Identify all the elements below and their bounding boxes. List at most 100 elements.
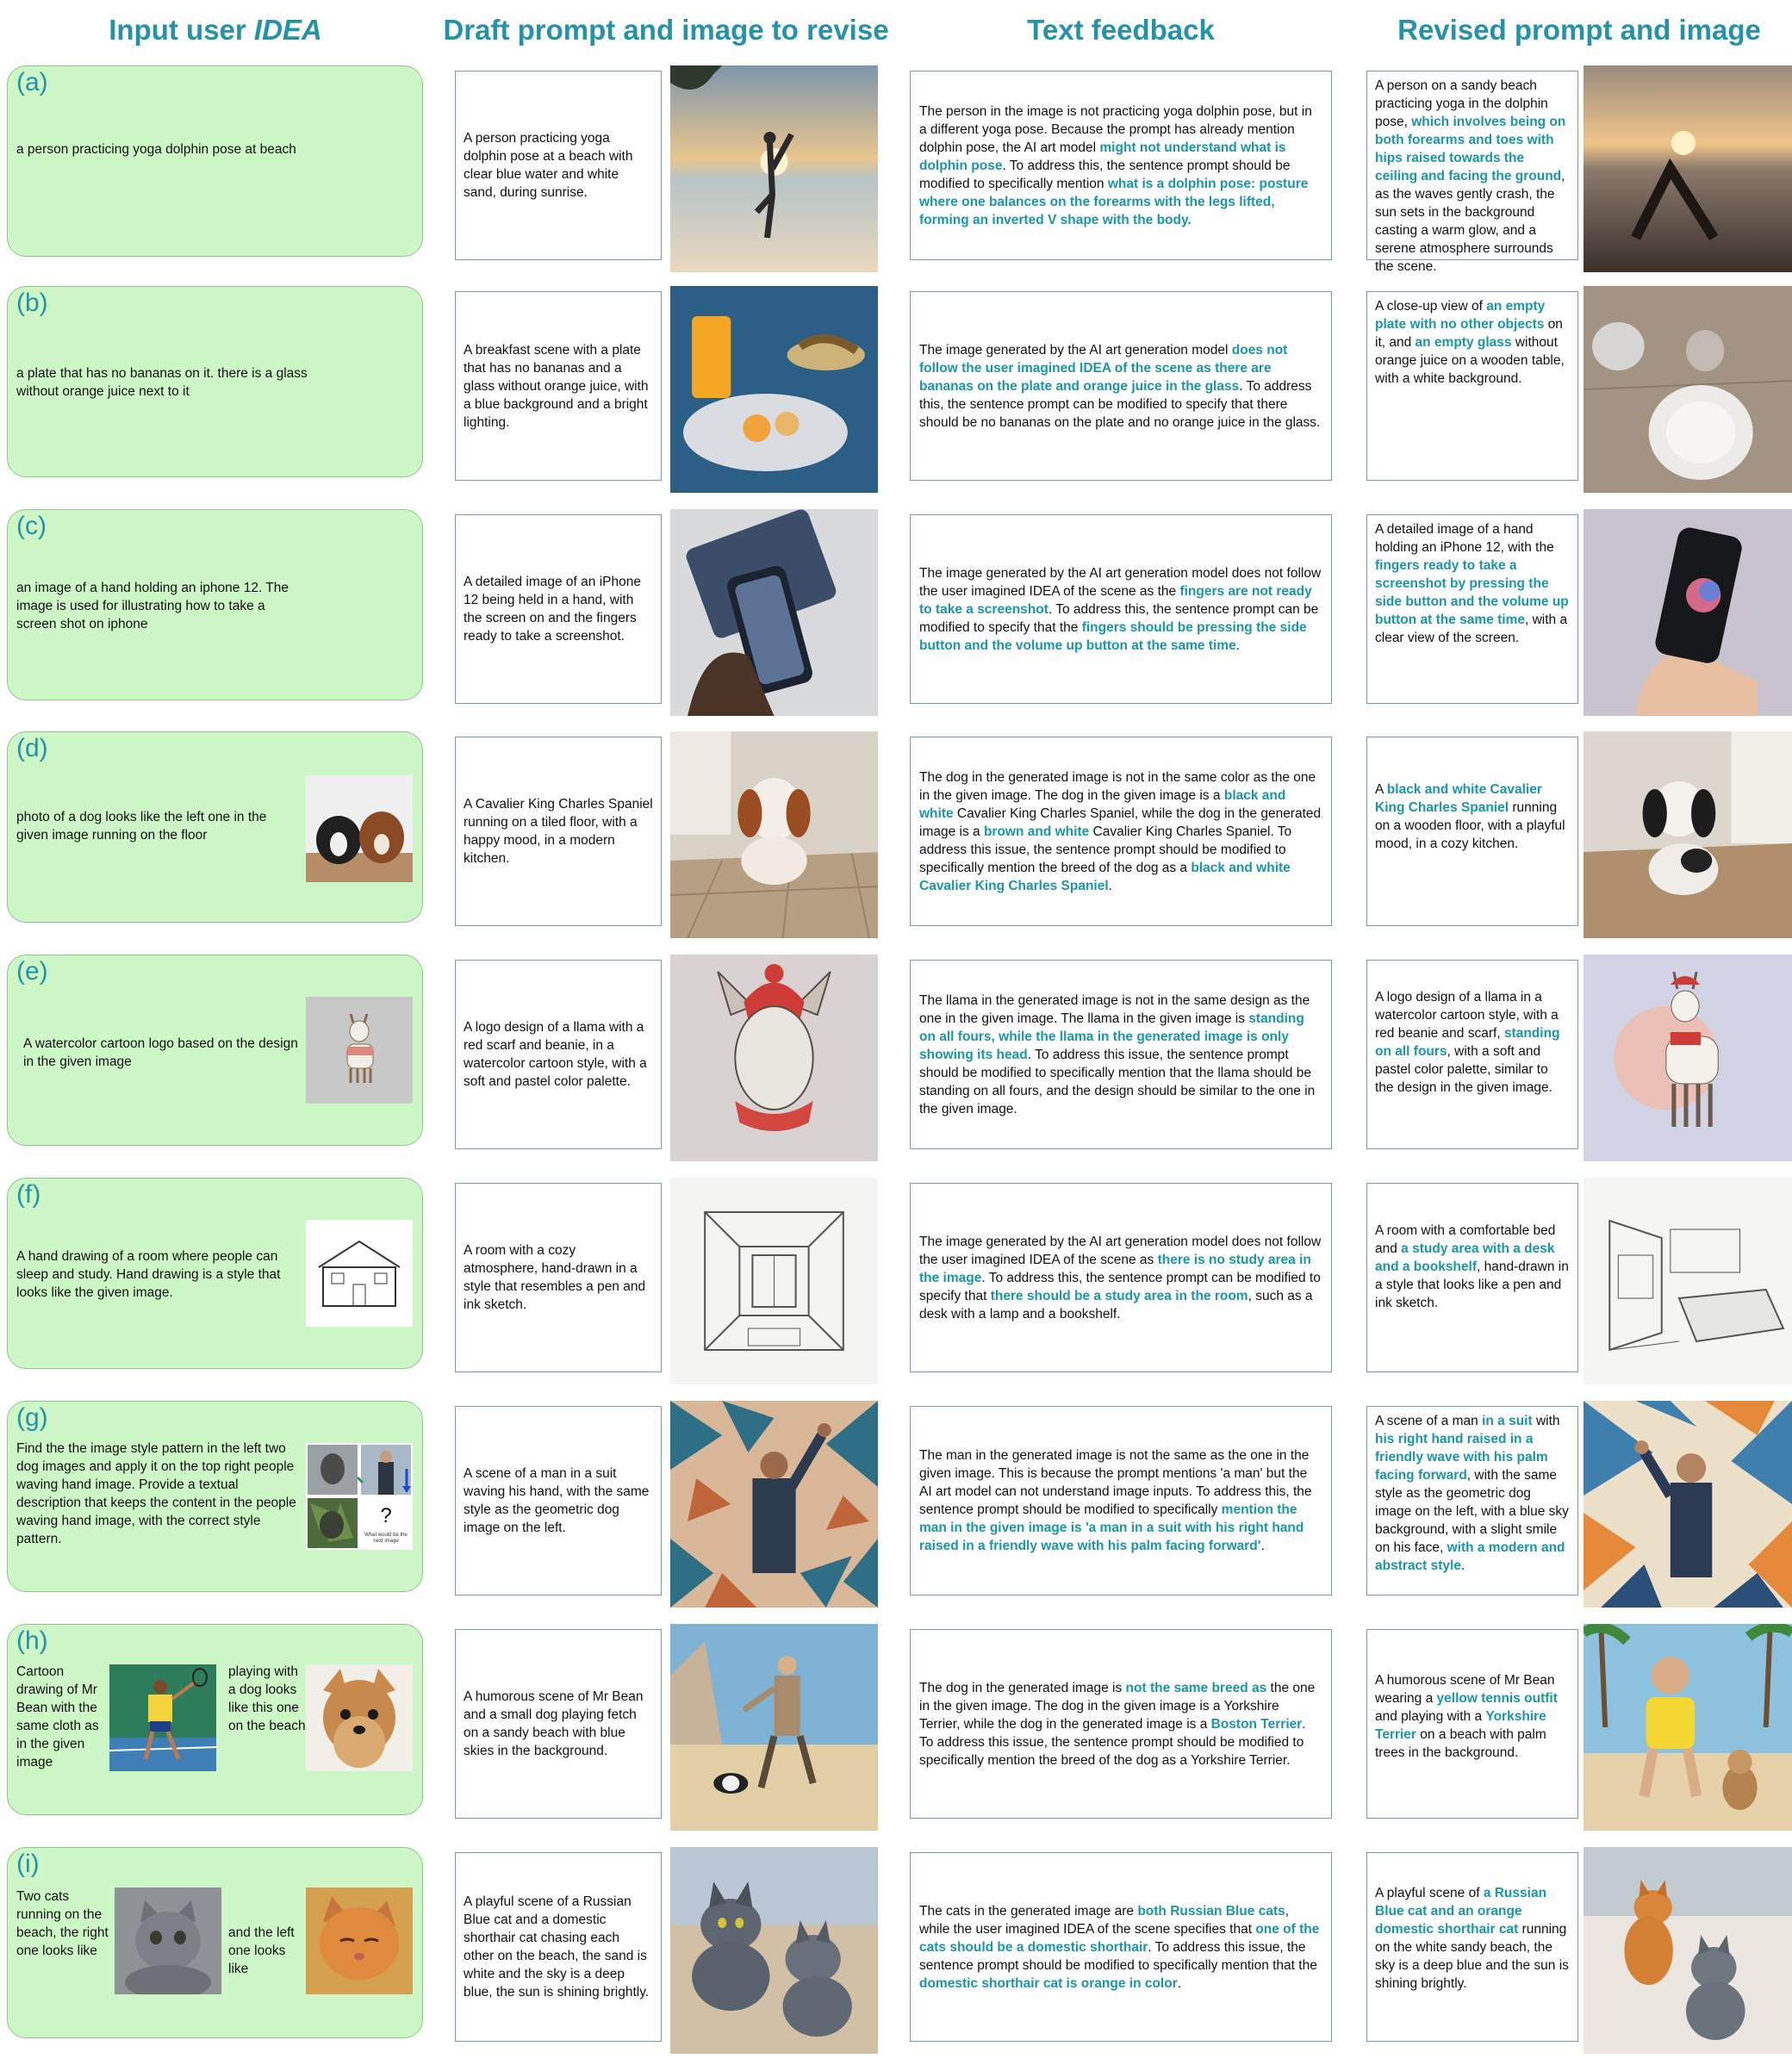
header-revised: Revised prompt and image bbox=[1397, 14, 1761, 46]
idea-text: A hand drawing of a room where people ca… bbox=[16, 1249, 281, 1300]
draft-prompt-text: A playful scene of a Russian Blue cat an… bbox=[464, 1894, 650, 2000]
idea-card: (f) A hand drawing of a room where peopl… bbox=[7, 1178, 423, 1369]
idea-card: (c) an image of a hand holding an iphone… bbox=[7, 509, 423, 700]
revised-prompt-box: A humorous scene of Mr Bean wearing a ye… bbox=[1366, 1629, 1578, 1819]
feedback-text: The image generated by the AI art genera… bbox=[919, 565, 1322, 653]
given-image-gray-cat bbox=[115, 1888, 221, 1994]
row-label: (c) bbox=[16, 512, 47, 540]
header-draft: Draft prompt and image to revise bbox=[443, 14, 889, 46]
revised-image-black-white-spaniel bbox=[1584, 731, 1792, 938]
draft-image-yoga-beach bbox=[670, 65, 878, 272]
header-feedback: Text feedback bbox=[1027, 14, 1215, 46]
given-image-style-puzzle: ? What would be the next image bbox=[306, 1443, 413, 1550]
puzzle-caption: What would be the next image bbox=[364, 1533, 408, 1544]
example-row-c: (c) an image of a hand holding an iphone… bbox=[0, 509, 1792, 716]
row-label: (d) bbox=[16, 734, 48, 762]
draft-image-two-gray-cats bbox=[670, 1847, 878, 2054]
idea-text: a plate that has no bananas on it. there… bbox=[16, 366, 308, 399]
row-label: (i) bbox=[16, 1850, 40, 1878]
feedback-text: The man in the generated image is not th… bbox=[919, 1448, 1312, 1553]
idea-text-2: playing with a dog looks like this one o… bbox=[228, 1664, 306, 1733]
draft-prompt-text: A person practicing yoga dolphin pose at… bbox=[464, 131, 633, 200]
idea-text: A watercolor cartoon logo based on the d… bbox=[23, 1036, 298, 1069]
idea-text-2: and the left one looks like bbox=[228, 1925, 295, 1976]
feedback-text: The dog in the generated image is not in… bbox=[919, 769, 1322, 893]
draft-prompt-text: A logo design of a llama with a red scar… bbox=[464, 1020, 647, 1089]
revised-prompt-box: A close-up view of an empty plate with n… bbox=[1366, 291, 1578, 481]
idea-card: (d) photo of a dog looks like the left o… bbox=[7, 731, 423, 923]
idea-card: (e) A watercolor cartoon logo based on t… bbox=[7, 955, 423, 1146]
revised-image-dolphin-pose bbox=[1584, 65, 1792, 272]
revised-image-llama-full bbox=[1584, 955, 1792, 1161]
revised-image-mr-bean-yorkie bbox=[1584, 1624, 1792, 1831]
feedback-text: The cats in the generated image are both… bbox=[919, 1903, 1320, 1991]
example-row-b: (b) a plate that has no bananas on it. t… bbox=[0, 286, 1792, 493]
header-input-idea: Input user IDEA bbox=[109, 14, 322, 46]
draft-prompt-text: A room with a cozy atmosphere, hand-draw… bbox=[464, 1243, 646, 1312]
draft-prompt-box: A person practicing yoga dolphin pose at… bbox=[455, 71, 662, 260]
idea-text: an image of a hand holding an iphone 12.… bbox=[16, 581, 289, 631]
feedback-box: The image generated by the AI art genera… bbox=[910, 291, 1332, 481]
revised-prompt-text: A black and white Cavalier King Charles … bbox=[1375, 782, 1565, 851]
given-image-house-sketch bbox=[306, 1220, 413, 1327]
draft-image-hand-iphone bbox=[670, 509, 878, 716]
example-row-a: (a) a person practicing yoga dolphin pos… bbox=[0, 65, 1792, 274]
draft-image-brown-spaniel bbox=[670, 731, 878, 938]
idea-card: (a) a person practicing yoga dolphin pos… bbox=[7, 65, 423, 257]
draft-prompt-box: A Cavalier King Charles Spaniel running … bbox=[455, 737, 662, 926]
draft-prompt-box: A detailed image of an iPhone 12 being h… bbox=[455, 514, 662, 704]
feedback-box: The cats in the generated image are both… bbox=[910, 1852, 1332, 2042]
example-row-g: Find the the image style pattern in the … bbox=[0, 1401, 1792, 1608]
idea-text: a person practicing yoga dolphin pose at… bbox=[16, 142, 296, 157]
revised-prompt-box: A playful scene of a Russian Blue cat an… bbox=[1366, 1852, 1578, 2042]
feedback-box: The image generated by the AI art genera… bbox=[910, 1183, 1332, 1372]
row-label: (a) bbox=[16, 68, 48, 96]
feedback-box: The image generated by the AI art genera… bbox=[910, 514, 1332, 704]
revised-prompt-text: A humorous scene of Mr Bean wearing a ye… bbox=[1375, 1673, 1558, 1760]
feedback-box: The dog in the generated image is not in… bbox=[910, 737, 1332, 926]
row-label: (f) bbox=[16, 1180, 41, 1209]
idea-card: (b) a plate that has no bananas on it. t… bbox=[7, 286, 423, 477]
row-label: (h) bbox=[16, 1626, 48, 1655]
feedback-text: The person in the image is not practicin… bbox=[919, 103, 1312, 227]
feedback-box: The llama in the generated image is not … bbox=[910, 960, 1332, 1149]
revised-image-room-with-desk bbox=[1584, 1178, 1792, 1384]
draft-prompt-text: A Cavalier King Charles Spaniel running … bbox=[464, 797, 653, 866]
revised-prompt-box: A person on a sandy beach practicing yog… bbox=[1366, 71, 1578, 274]
draft-prompt-text: A breakfast scene with a plate that has … bbox=[464, 342, 649, 430]
revised-prompt-text: A detailed image of a hand holding an iP… bbox=[1375, 522, 1569, 645]
revised-prompt-text: A person on a sandy beach practicing yog… bbox=[1375, 78, 1566, 274]
revised-prompt-text: A logo design of a llama in a watercolor… bbox=[1375, 990, 1560, 1095]
revised-prompt-box: A black and white Cavalier King Charles … bbox=[1366, 737, 1578, 926]
idea-card: (i) Two cats running on the beach, the r… bbox=[7, 1847, 423, 2038]
given-image-two-dogs bbox=[306, 775, 413, 882]
draft-prompt-box: A logo design of a llama with a red scar… bbox=[455, 960, 662, 1149]
idea-card: Find the the image style pattern in the … bbox=[7, 1401, 423, 1592]
given-image-yorkie bbox=[306, 1664, 413, 1771]
revised-prompt-box: A detailed image of a hand holding an iP… bbox=[1366, 514, 1578, 704]
idea-card: (h) Cartoon drawing of Mr Bean with the … bbox=[7, 1624, 423, 1815]
idea-text: Cartoon drawing of Mr Bean with the same… bbox=[16, 1664, 99, 1770]
idea-text: photo of a dog looks like the left one i… bbox=[16, 810, 267, 843]
draft-prompt-box: A playful scene of a Russian Blue cat an… bbox=[455, 1852, 662, 2042]
puzzle-question-mark: ? bbox=[380, 1504, 392, 1527]
draft-image-breakfast bbox=[670, 286, 878, 493]
example-row-f: (f) A hand drawing of a room where peopl… bbox=[0, 1178, 1792, 1384]
draft-image-geometric-man bbox=[670, 1401, 878, 1608]
revised-prompt-box: A scene of a man in a suit with his righ… bbox=[1366, 1406, 1578, 1595]
draft-prompt-text: A scene of a man in a suit waving his ha… bbox=[464, 1466, 650, 1535]
example-row-d: (d) photo of a dog looks like the left o… bbox=[0, 731, 1792, 938]
example-row-h: (h) Cartoon drawing of Mr Bean with the … bbox=[0, 1624, 1792, 1831]
draft-prompt-box: A humorous scene of Mr Bean and a small … bbox=[455, 1629, 662, 1819]
row-label: (e) bbox=[16, 957, 48, 986]
revised-image-hand-iphone bbox=[1584, 509, 1792, 716]
revised-prompt-text: A scene of a man in a suit with his righ… bbox=[1375, 1414, 1569, 1573]
revised-prompt-text: A playful scene of a Russian Blue cat an… bbox=[1375, 1886, 1569, 1991]
revised-image-gray-and-orange-cats bbox=[1584, 1847, 1792, 2054]
given-image-orange-cat bbox=[306, 1888, 413, 1994]
feedback-text: The dog in the generated image is not th… bbox=[919, 1680, 1316, 1768]
row-label: (b) bbox=[16, 289, 48, 317]
feedback-box: The dog in the generated image is not th… bbox=[910, 1629, 1332, 1819]
row-label: (g) bbox=[16, 1403, 48, 1432]
feedback-text: The llama in the generated image is not … bbox=[919, 992, 1316, 1116]
